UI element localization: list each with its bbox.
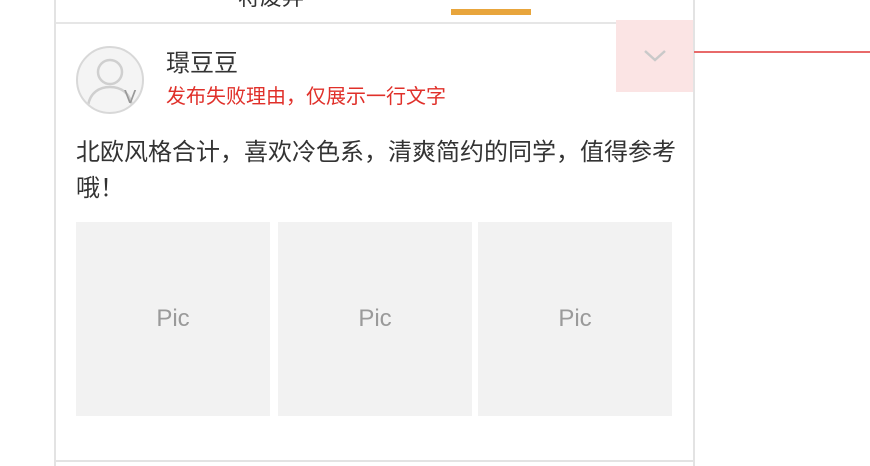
post-image-2[interactable]: Pic (278, 222, 472, 416)
screen: 将废弃 V 璟豆豆 发布失败理由，仅展示一行文字 北欧风格合计，喜欢冷色系，清爽… (0, 0, 870, 466)
tab-bar: 将废弃 (56, 0, 693, 24)
tab-label[interactable]: 将废弃 (238, 0, 304, 12)
chevron-down-icon (643, 50, 666, 62)
post-image-3[interactable]: Pic (478, 222, 672, 416)
post-card-container: 将废弃 V 璟豆豆 发布失败理由，仅展示一行文字 北欧风格合计，喜欢冷色系，清爽… (54, 0, 695, 466)
annotation-pointer-line (694, 51, 870, 53)
username[interactable]: 璟豆豆 (166, 48, 238, 78)
post-image-1[interactable]: Pic (76, 222, 270, 416)
publish-fail-reason: 发布失败理由，仅展示一行文字 (166, 84, 446, 108)
post-content-text: 北欧风格合计，喜欢冷色系，清爽简约的同学，值得参考哦！ (76, 138, 676, 202)
more-options-button[interactable] (616, 20, 693, 92)
card-divider (56, 460, 693, 462)
active-tab-indicator (451, 9, 531, 15)
verified-badge: V (124, 87, 137, 108)
